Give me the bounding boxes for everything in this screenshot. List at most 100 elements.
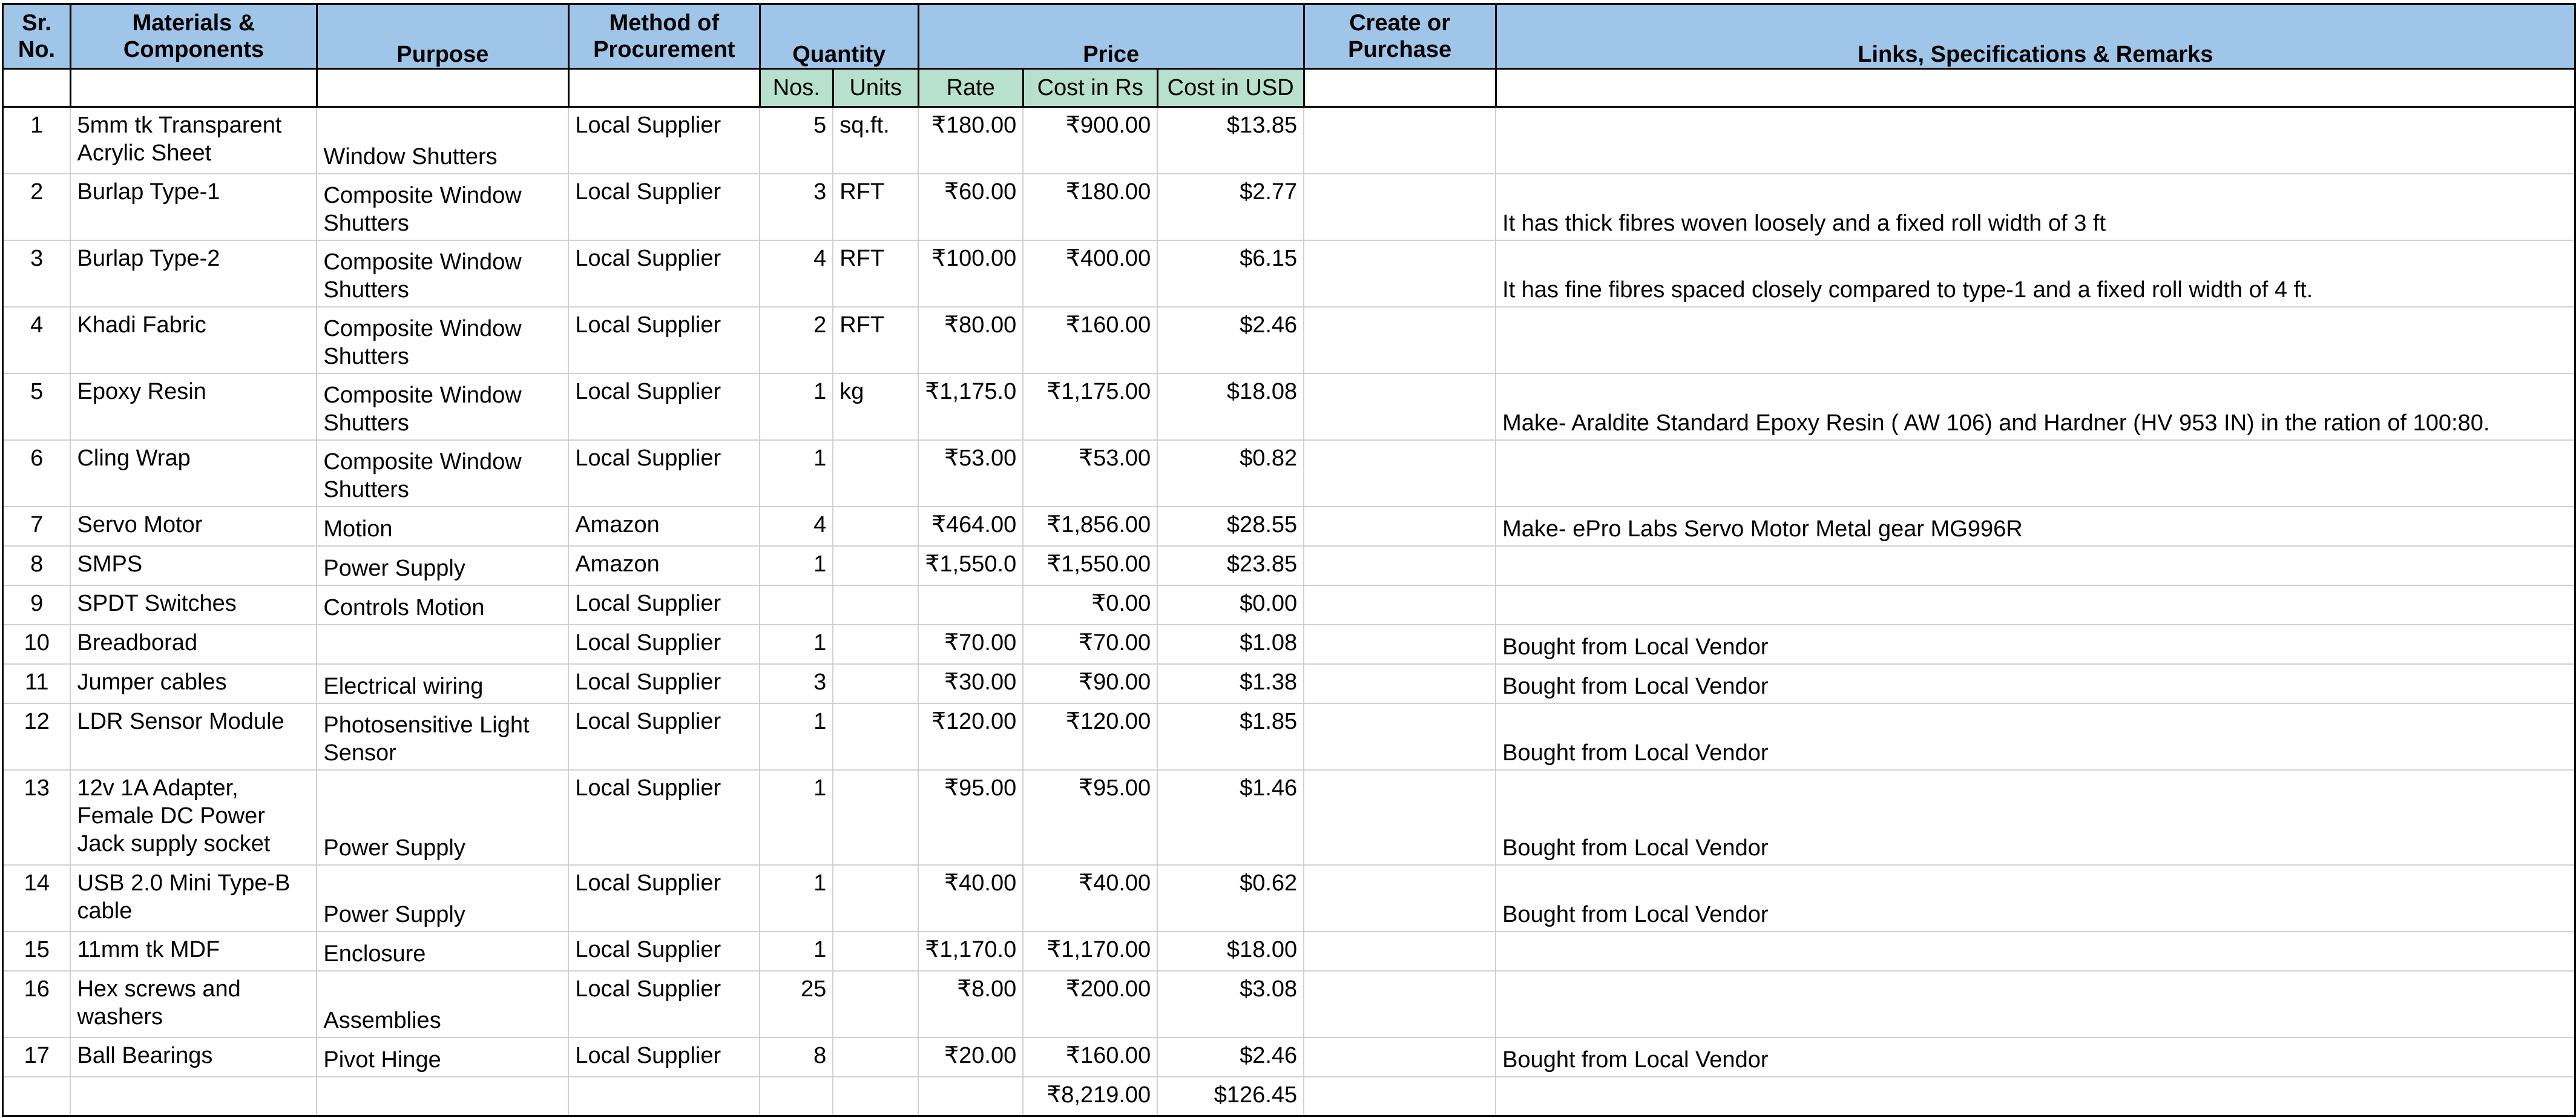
cell-material[interactable]: Ball Bearings bbox=[70, 1036, 318, 1077]
cell-units[interactable] bbox=[832, 702, 919, 771]
cell-cost-rs[interactable]: ₹90.00 bbox=[1022, 663, 1158, 704]
cell-cost-usd[interactable]: $18.08 bbox=[1157, 372, 1305, 441]
cell-units[interactable] bbox=[832, 970, 919, 1038]
cell-units[interactable] bbox=[832, 769, 919, 866]
cell-sr-no[interactable]: 11 bbox=[2, 663, 71, 704]
cell-units[interactable] bbox=[832, 1036, 919, 1077]
cell-remarks[interactable] bbox=[1495, 1076, 2576, 1117]
cell-nos[interactable]: 1 bbox=[759, 930, 834, 972]
header-quantity[interactable]: Quantity bbox=[758, 3, 919, 70]
cell-material[interactable]: Epoxy Resin bbox=[70, 372, 318, 441]
cell-material[interactable]: SPDT Switches bbox=[70, 584, 318, 625]
cell-purpose[interactable]: Composite Window Shutters bbox=[316, 173, 570, 241]
cell-remarks[interactable]: Bought from Local Vendor bbox=[1495, 769, 2576, 866]
cell-material[interactable]: SMPS bbox=[70, 545, 318, 586]
cell-purpose[interactable]: Composite Window Shutters bbox=[316, 372, 570, 441]
cell-remarks[interactable] bbox=[1495, 545, 2576, 586]
cell-cost-usd[interactable]: $0.62 bbox=[1157, 864, 1305, 932]
cell-purpose[interactable]: Controls Motion bbox=[316, 584, 570, 625]
cell-nos[interactable]: 3 bbox=[759, 663, 834, 704]
cell-rate[interactable]: ₹8.00 bbox=[918, 970, 1024, 1038]
cell-rate[interactable]: ₹1,175.0 bbox=[918, 372, 1024, 441]
cell-remarks[interactable]: Make- ePro Labs Servo Motor Metal gear M… bbox=[1495, 505, 2576, 547]
cell-nos[interactable]: 2 bbox=[759, 306, 834, 374]
header-blank-cell[interactable] bbox=[567, 68, 761, 108]
cell-cost-rs[interactable]: ₹160.00 bbox=[1022, 1036, 1158, 1077]
cell-cost-rs[interactable]: ₹1,550.00 bbox=[1022, 545, 1158, 586]
cell-cost-usd[interactable]: $0.00 bbox=[1157, 584, 1305, 625]
cell-material[interactable]: 11mm tk MDF bbox=[70, 930, 318, 972]
cell-remarks[interactable]: Bought from Local Vendor bbox=[1495, 864, 2576, 932]
cell-method[interactable]: Local Supplier bbox=[568, 439, 761, 507]
cell-method[interactable]: Local Supplier bbox=[568, 584, 761, 625]
cell-nos[interactable]: 8 bbox=[759, 1036, 834, 1077]
cell-purpose[interactable]: Power Supply bbox=[316, 545, 570, 586]
cell-cost-usd[interactable]: $18.00 bbox=[1157, 930, 1305, 972]
cell-cost-rs[interactable]: ₹0.00 bbox=[1022, 584, 1158, 625]
cell-method[interactable]: Amazon bbox=[568, 505, 761, 547]
header-blank-cell[interactable] bbox=[1494, 68, 2576, 108]
cell-cost-rs[interactable]: ₹40.00 bbox=[1022, 864, 1158, 932]
cell-purpose[interactable]: Power Supply bbox=[316, 769, 570, 866]
cell-sr-no[interactable]: 17 bbox=[2, 1036, 71, 1077]
cell-purpose[interactable]: Enclosure bbox=[316, 930, 570, 972]
cell-rate[interactable]: ₹30.00 bbox=[918, 663, 1024, 704]
cell-method[interactable]: Amazon bbox=[568, 545, 761, 586]
header-cost-rs[interactable]: Cost in Rs bbox=[1022, 68, 1158, 108]
header-links-remarks[interactable]: Links, Specifications & Remarks bbox=[1494, 3, 2576, 70]
cell-rate[interactable]: ₹53.00 bbox=[918, 439, 1024, 507]
cell-method[interactable]: Local Supplier bbox=[568, 930, 761, 972]
cell-remarks[interactable] bbox=[1495, 970, 2576, 1038]
cell-method[interactable] bbox=[568, 1076, 761, 1117]
cell-cost-rs[interactable]: ₹1,175.00 bbox=[1022, 372, 1158, 441]
cell-material[interactable]: Burlap Type-2 bbox=[70, 239, 318, 307]
header-rate[interactable]: Rate bbox=[917, 68, 1024, 108]
cell-units[interactable] bbox=[832, 584, 919, 625]
header-materials[interactable]: Materials & Components bbox=[69, 3, 318, 70]
cell-rate[interactable]: ₹100.00 bbox=[918, 239, 1024, 307]
cell-purpose[interactable]: Assemblies bbox=[316, 970, 570, 1038]
cell-create-purchase[interactable] bbox=[1303, 306, 1497, 374]
cell-create-purchase[interactable] bbox=[1303, 663, 1497, 704]
cell-create-purchase[interactable] bbox=[1303, 930, 1497, 972]
cell-create-purchase[interactable] bbox=[1303, 1036, 1497, 1077]
cell-sr-no[interactable]: 7 bbox=[2, 505, 71, 547]
cell-method[interactable]: Local Supplier bbox=[568, 306, 761, 374]
cell-cost-usd[interactable]: $1.85 bbox=[1157, 702, 1305, 771]
cell-purpose[interactable]: Electrical wiring bbox=[316, 663, 570, 704]
cell-units[interactable]: sq.ft. bbox=[832, 106, 919, 174]
cell-nos[interactable]: 1 bbox=[759, 545, 834, 586]
cell-create-purchase[interactable] bbox=[1303, 505, 1497, 547]
cell-nos[interactable]: 3 bbox=[759, 173, 834, 241]
cell-cost-rs[interactable]: ₹120.00 bbox=[1022, 702, 1158, 771]
cell-cost-rs[interactable]: ₹95.00 bbox=[1022, 769, 1158, 866]
cell-cost-usd[interactable]: $0.82 bbox=[1157, 439, 1305, 507]
cell-sr-no[interactable]: 6 bbox=[2, 439, 71, 507]
cell-create-purchase[interactable] bbox=[1303, 439, 1497, 507]
cell-create-purchase[interactable] bbox=[1303, 702, 1497, 771]
cell-create-purchase[interactable] bbox=[1303, 584, 1497, 625]
cell-sr-no[interactable]: 16 bbox=[2, 970, 71, 1038]
cell-create-purchase[interactable] bbox=[1303, 545, 1497, 586]
cell-purpose[interactable] bbox=[316, 623, 570, 665]
cell-sr-no[interactable]: 15 bbox=[2, 930, 71, 972]
cell-rate[interactable]: ₹120.00 bbox=[918, 702, 1024, 771]
header-units[interactable]: Units bbox=[832, 68, 919, 108]
header-create-purchase[interactable]: Create or Purchase bbox=[1303, 3, 1497, 70]
cell-units[interactable]: RFT bbox=[832, 239, 919, 307]
cell-material[interactable]: LDR Sensor Module bbox=[70, 702, 318, 771]
header-blank-cell[interactable] bbox=[315, 68, 570, 108]
cell-cost-usd[interactable]: $2.77 bbox=[1157, 173, 1305, 241]
cell-units[interactable] bbox=[832, 930, 919, 972]
cell-sr-no[interactable]: 2 bbox=[2, 173, 71, 241]
cell-material[interactable]: USB 2.0 Mini Type-B cable bbox=[70, 864, 318, 932]
cell-units[interactable] bbox=[832, 545, 919, 586]
cell-material[interactable]: Hex screws and washers bbox=[70, 970, 318, 1038]
cell-units[interactable] bbox=[832, 864, 919, 932]
cell-cost-usd[interactable]: $3.08 bbox=[1157, 970, 1305, 1038]
cell-rate[interactable] bbox=[918, 1076, 1024, 1117]
cell-remarks[interactable]: Bought from Local Vendor bbox=[1495, 702, 2576, 771]
cell-method[interactable]: Local Supplier bbox=[568, 702, 761, 771]
cell-cost-rs[interactable]: ₹900.00 bbox=[1022, 106, 1158, 174]
cell-remarks[interactable] bbox=[1495, 930, 2576, 972]
